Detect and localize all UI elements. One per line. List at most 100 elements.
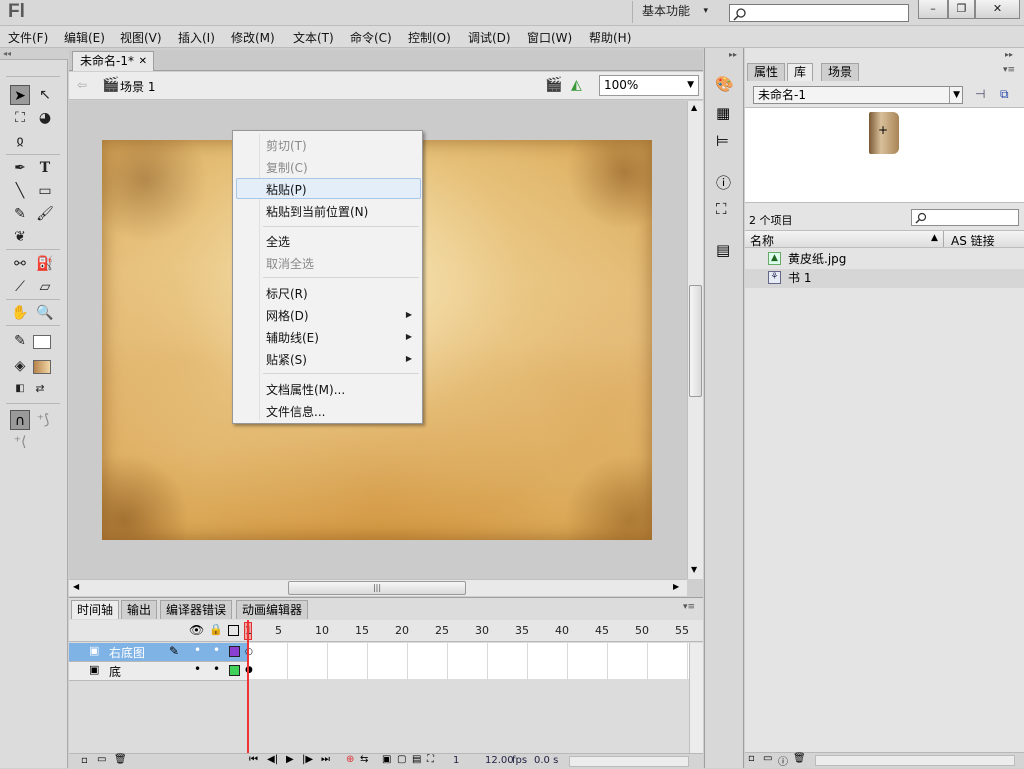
tab-library[interactable]: 库 [787,63,814,81]
line-tool-icon[interactable]: ╲ [10,181,30,201]
lock-icon[interactable]: 🔒 [209,623,223,636]
black-white-icon[interactable]: ◧ [10,379,30,399]
menu-view[interactable]: 视图(V) [120,29,162,46]
sort-up-icon[interactable]: ▲ [931,233,938,243]
menu-commands[interactable]: 命令(C) [350,29,392,46]
fill-color-swatch[interactable] [33,360,51,374]
layer-name[interactable]: 底 [109,663,121,680]
delete-icon[interactable]: 🗑 [793,753,806,764]
layer-color-swatch[interactable] [229,665,240,676]
new-folder-icon[interactable]: ▭ [763,753,772,764]
menu-window[interactable]: 窗口(W) [527,29,572,46]
eyedropper-tool-icon[interactable]: ⟋ [10,277,30,297]
collapse-arrows-icon[interactable]: ◂◂ [0,48,68,60]
layer-color-swatch[interactable] [229,646,240,657]
scroll-right-icon[interactable]: ▶ [673,582,679,591]
library-search-input[interactable] [911,209,1019,226]
menu-item-select-all[interactable]: 全选 [266,233,290,250]
menu-item-deselect-all[interactable]: 取消全选 [266,255,314,272]
column-linkage[interactable]: AS 链接 [951,232,995,249]
scroll-up-icon[interactable]: ▲ [691,103,697,112]
collapse-arrows-icon[interactable]: ▸▸ [729,50,737,59]
menu-item-guides[interactable]: 辅助线(E) [266,329,319,346]
new-symbol-icon[interactable]: ▫ [748,753,755,764]
layer-row[interactable]: ▣ 右底图 ✎ • • [69,643,248,662]
menu-item-grid[interactable]: 网格(D) [266,307,309,324]
layer-row[interactable]: ▣ 底 • • [69,662,248,681]
lock-dot[interactable]: • [213,643,220,657]
panel-menu-icon[interactable]: ▾≡ [1003,65,1015,75]
menu-item-paste[interactable]: 粘贴(P) [266,181,307,198]
onion-markers-icon[interactable]: ⛶ [427,754,434,765]
stage-horizontal-scrollbar[interactable]: ◀ ||| ▶ [69,579,687,596]
tab-timeline[interactable]: 时间轴 [71,600,120,619]
lasso-tool-icon[interactable]: ჲ [10,131,30,151]
scroll-left-icon[interactable]: ◀ [73,582,79,591]
menu-item-rulers[interactable]: 标尺(R) [266,285,308,302]
free-transform-tool-icon[interactable]: ⛶ [10,108,30,128]
list-item[interactable]: ▲ 黄皮纸.jpg [745,250,1024,269]
last-frame-icon[interactable]: ⏭ [321,754,330,765]
fill-color-icon[interactable]: ◈ [10,356,30,376]
edit-symbols-icon[interactable]: ◭ [571,77,582,93]
vertical-scroll-thumb[interactable] [689,285,702,397]
menu-item-cut[interactable]: 剪切(T) [266,137,307,154]
components-panel-icon[interactable]: ▤ [716,241,730,259]
pen-tool-icon[interactable]: ✒ [10,158,30,178]
tab-scene[interactable]: 场景 [821,63,860,81]
list-item[interactable]: ⚘ 书 1 [745,269,1024,288]
horizontal-scroll-thumb[interactable]: ||| [288,581,466,595]
collapse-arrows-icon[interactable]: ▸▸ [1005,50,1013,59]
scroll-down-icon[interactable]: ▼ [691,565,697,574]
lock-dot[interactable]: • [213,662,220,676]
new-layer-icon[interactable]: ▫ [81,755,88,766]
timeline-horizontal-scrollbar[interactable] [569,756,689,767]
brush-tool-icon[interactable]: 🖌 [35,204,55,224]
text-tool-icon[interactable]: T [35,158,55,178]
tab-motion-editor[interactable]: 动画编辑器 [236,600,309,619]
delete-layer-icon[interactable]: 🗑 [114,754,127,765]
pencil-tool-icon[interactable]: ✎ [10,204,30,224]
menu-file[interactable]: 文件(F) [8,29,48,46]
back-arrow-icon[interactable]: ⇦ [77,78,87,92]
document-tab[interactable]: 未命名-1* ✕ [72,51,154,71]
step-back-icon[interactable]: ◀| [267,754,278,765]
straighten-icon[interactable]: ⁺⟨ [10,432,30,452]
menu-item-document-properties[interactable]: 文档属性(M)... [266,381,345,398]
hand-tool-icon[interactable]: ✋ [10,303,30,323]
library-document-select[interactable]: 未命名-1 ▼ [753,86,963,104]
3d-rotation-tool-icon[interactable]: ◕ [35,108,55,128]
column-name[interactable]: 名称 [750,232,774,249]
current-frame[interactable]: 1 [453,755,459,766]
minimize-button[interactable]: – [918,0,948,19]
library-horizontal-scrollbar[interactable] [815,755,1015,766]
frame-rate[interactable]: 12.00 [485,755,514,766]
tab-output[interactable]: 输出 [121,600,158,619]
eye-icon[interactable]: 👁 [189,623,204,637]
subselection-tool-icon[interactable]: ↖ [35,85,55,105]
close-button[interactable]: ✕ [975,0,1020,19]
zoom-select[interactable]: 100% ▼ [599,75,699,96]
edit-scene-icon[interactable]: 🎬 [545,77,562,93]
menu-item-snapping[interactable]: 贴紧(S) [266,351,307,368]
center-frame-icon[interactable]: ⊕ [346,754,354,765]
menu-item-paste-in-place[interactable]: 粘贴到当前位置(N) [266,203,368,220]
outline-icon[interactable] [228,625,239,636]
visibility-dot[interactable]: • [194,643,201,657]
swatches-panel-icon[interactable]: ▦ [716,104,730,122]
menu-insert[interactable]: 插入(I) [178,29,215,46]
tab-compiler-errors[interactable]: 编译器错误 [160,600,233,619]
transform-panel-icon[interactable]: ⛶ [716,200,727,218]
play-icon[interactable]: ▶ [286,754,294,765]
smooth-icon[interactable]: ⁺⟆ [33,410,53,430]
zoom-tool-icon[interactable]: 🔍 [35,303,55,323]
tab-properties[interactable]: 属性 [747,63,786,81]
first-frame-icon[interactable]: ⏮ [249,754,258,765]
menu-edit[interactable]: 编辑(E) [64,29,105,46]
close-icon[interactable]: ✕ [139,52,147,71]
menu-item-copy[interactable]: 复制(C) [266,159,308,176]
timeline-frames[interactable]: ○ ● [245,643,689,679]
menu-text[interactable]: 文本(T) [293,29,334,46]
panel-menu-icon[interactable]: ▾≡ [683,602,695,612]
stage-vertical-scrollbar[interactable]: ▲ ▼ [687,101,703,579]
